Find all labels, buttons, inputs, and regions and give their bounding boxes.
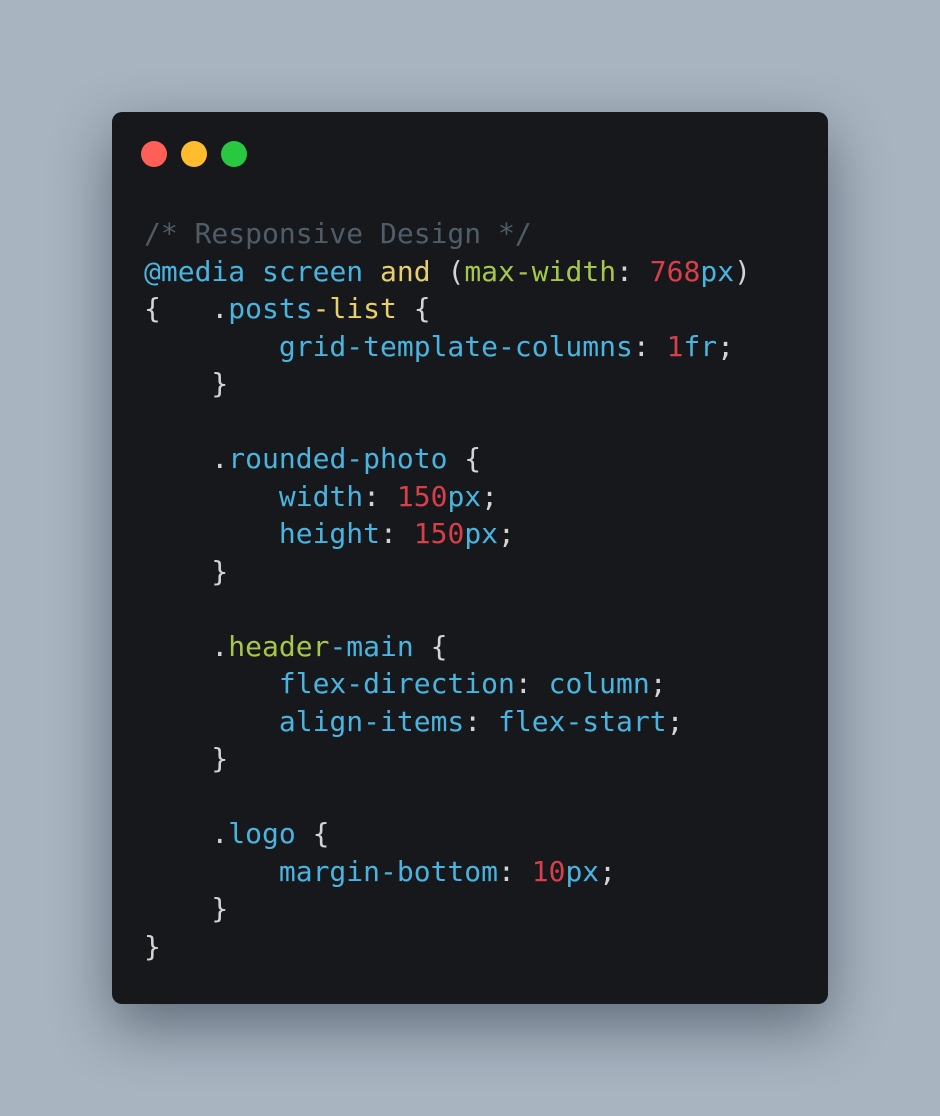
code-line: flex-direction: column; bbox=[144, 665, 751, 703]
code-token: } bbox=[144, 929, 161, 963]
maximize-dot-icon[interactable] bbox=[221, 141, 247, 167]
code-block: /* Responsive Design */@media screen and… bbox=[144, 215, 751, 965]
code-token: height bbox=[278, 517, 381, 550]
code-token: ( bbox=[430, 254, 465, 288]
code-token: { . bbox=[144, 292, 229, 325]
code-token: width bbox=[278, 479, 364, 513]
code-token: list bbox=[329, 292, 397, 325]
code-token: 150 bbox=[413, 517, 465, 550]
code-token: px bbox=[700, 254, 735, 288]
code-line: } bbox=[144, 365, 751, 403]
code-token: px bbox=[565, 854, 600, 888]
code-token: flex-direction bbox=[278, 667, 515, 700]
code-token: : bbox=[380, 517, 414, 550]
code-token: max-width bbox=[464, 254, 617, 288]
code-token: : bbox=[498, 854, 532, 888]
code-token: header bbox=[228, 629, 330, 663]
code-token: : bbox=[464, 704, 499, 738]
code-window: /* Responsive Design */@media screen and… bbox=[112, 112, 828, 1004]
code-token: 768 bbox=[649, 254, 701, 288]
code-token: /* Responsive Design */ bbox=[144, 217, 532, 250]
code-token: . bbox=[144, 629, 229, 663]
code-token: } bbox=[144, 367, 229, 400]
code-token: 150 bbox=[396, 479, 448, 513]
code-token: align-items bbox=[278, 704, 465, 738]
code-token: 1 bbox=[666, 329, 684, 363]
code-line: { .posts-list { bbox=[144, 290, 751, 328]
code-token: : bbox=[363, 479, 397, 513]
code-token: } bbox=[144, 892, 229, 925]
code-token: @media bbox=[144, 254, 246, 288]
code-line: height: 150px; bbox=[144, 515, 751, 553]
code-token: ; bbox=[717, 329, 735, 363]
code-token: } bbox=[144, 742, 229, 775]
code-token: } bbox=[144, 554, 229, 588]
code-token: . bbox=[144, 817, 229, 850]
code-token: : bbox=[514, 667, 549, 700]
code-line: } bbox=[144, 553, 751, 591]
code-token: ; bbox=[649, 667, 667, 700]
code-token: ; bbox=[599, 854, 617, 888]
code-token: { bbox=[295, 817, 330, 850]
code-line: margin-bottom: 10px; bbox=[144, 853, 751, 891]
code-token: px bbox=[447, 479, 482, 513]
code-token: : bbox=[616, 254, 650, 288]
code-token: and bbox=[380, 254, 431, 288]
minimize-dot-icon[interactable] bbox=[181, 141, 207, 167]
code-token: flex-start bbox=[498, 704, 667, 738]
code-line: .rounded-photo { bbox=[144, 440, 751, 478]
code-token: ; bbox=[481, 479, 499, 513]
code-token: logo bbox=[228, 817, 296, 850]
code-token: ) bbox=[734, 254, 751, 288]
code-token: px bbox=[464, 517, 499, 550]
code-line: /* Responsive Design */ bbox=[144, 215, 751, 253]
code-token: . bbox=[144, 442, 229, 475]
code-token: grid-template-columns bbox=[278, 329, 633, 363]
code-token: ; bbox=[498, 517, 515, 550]
code-token: - bbox=[312, 292, 330, 325]
code-token: screen bbox=[262, 254, 364, 288]
code-line: @media screen and (max-width: 768px) bbox=[144, 253, 751, 291]
code-token: -main bbox=[329, 629, 414, 663]
code-token: { bbox=[396, 292, 431, 325]
code-token: margin-bottom bbox=[278, 854, 499, 888]
code-line: align-items: flex-start; bbox=[144, 703, 751, 741]
code-line: } bbox=[144, 740, 751, 778]
code-token: : bbox=[632, 329, 667, 363]
code-token: ; bbox=[666, 704, 684, 738]
code-line: .header-main { bbox=[144, 628, 751, 666]
code-token: fr bbox=[683, 329, 718, 363]
close-dot-icon[interactable] bbox=[141, 141, 167, 167]
code-token: column bbox=[548, 667, 650, 700]
code-line: .logo { bbox=[144, 815, 751, 853]
code-token: rounded-photo bbox=[228, 442, 448, 475]
code-line: width: 150px; bbox=[144, 478, 751, 516]
code-token: { bbox=[447, 442, 482, 475]
code-line: } bbox=[144, 928, 751, 966]
code-line: } bbox=[144, 890, 751, 928]
code-token: 10 bbox=[531, 854, 566, 888]
code-token: { bbox=[413, 629, 448, 663]
code-token: posts bbox=[228, 292, 313, 325]
code-line: grid-template-columns: 1fr; bbox=[144, 328, 751, 366]
